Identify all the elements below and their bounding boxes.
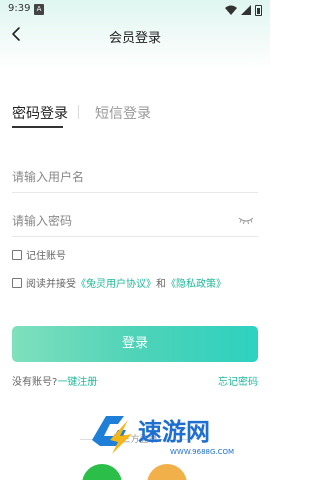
header: 会员登录 <box>0 22 270 48</box>
page-title: 会员登录 <box>108 31 161 46</box>
password-input[interactable] <box>12 209 232 233</box>
username-input[interactable] <box>12 165 258 189</box>
active-tab-indicator <box>12 126 63 128</box>
no-account-row: 没有账号?一键注册 <box>12 373 97 388</box>
wifi-icon <box>225 5 237 15</box>
remember-account-row[interactable]: 记住账号 <box>12 247 66 262</box>
privacy-policy-link[interactable]: 《隐私政策》 <box>166 275 226 290</box>
eye-closed-icon[interactable] <box>238 215 254 225</box>
notification-badge: A <box>34 4 44 15</box>
watermark-logo: 速游网 WWW.9688G.COM <box>92 416 234 456</box>
phone-login-icon[interactable] <box>147 464 187 480</box>
register-link[interactable]: 一键注册 <box>57 377 97 388</box>
no-account-text: 没有账号? <box>12 377 58 388</box>
wechat-login-icon[interactable] <box>82 464 122 480</box>
agreement-prefix: 阅读并接受 <box>26 279 76 290</box>
battery-icon <box>255 4 262 16</box>
password-underline <box>12 236 258 237</box>
tab-password-login[interactable]: 密码登录 <box>12 103 68 123</box>
watermark-url: WWW.9688G.COM <box>170 448 234 456</box>
agreement-and: 和 <box>156 279 166 290</box>
agreement-checkbox[interactable] <box>12 277 22 288</box>
forgot-password-link[interactable]: 忘记密码 <box>218 373 258 388</box>
login-button[interactable]: 登录 <box>12 326 258 362</box>
user-agreement-link[interactable]: 《兔灵用户协议》 <box>76 275 156 290</box>
status-bar: 9:39 A <box>0 0 270 20</box>
status-time: 9:39 <box>8 3 31 14</box>
username-underline <box>12 192 258 193</box>
tab-sms-login[interactable]: 短信登录 <box>95 103 151 123</box>
remember-label: 记住账号 <box>26 251 66 262</box>
signal-icon <box>241 5 251 15</box>
remember-checkbox[interactable] <box>12 249 22 260</box>
tab-divider <box>78 105 79 119</box>
watermark-brand: 速游网 <box>138 418 210 446</box>
agreement-row: 阅读并接受 《兔灵用户协议》 和 《隐私政策》 <box>12 275 226 290</box>
status-icons <box>225 4 262 16</box>
